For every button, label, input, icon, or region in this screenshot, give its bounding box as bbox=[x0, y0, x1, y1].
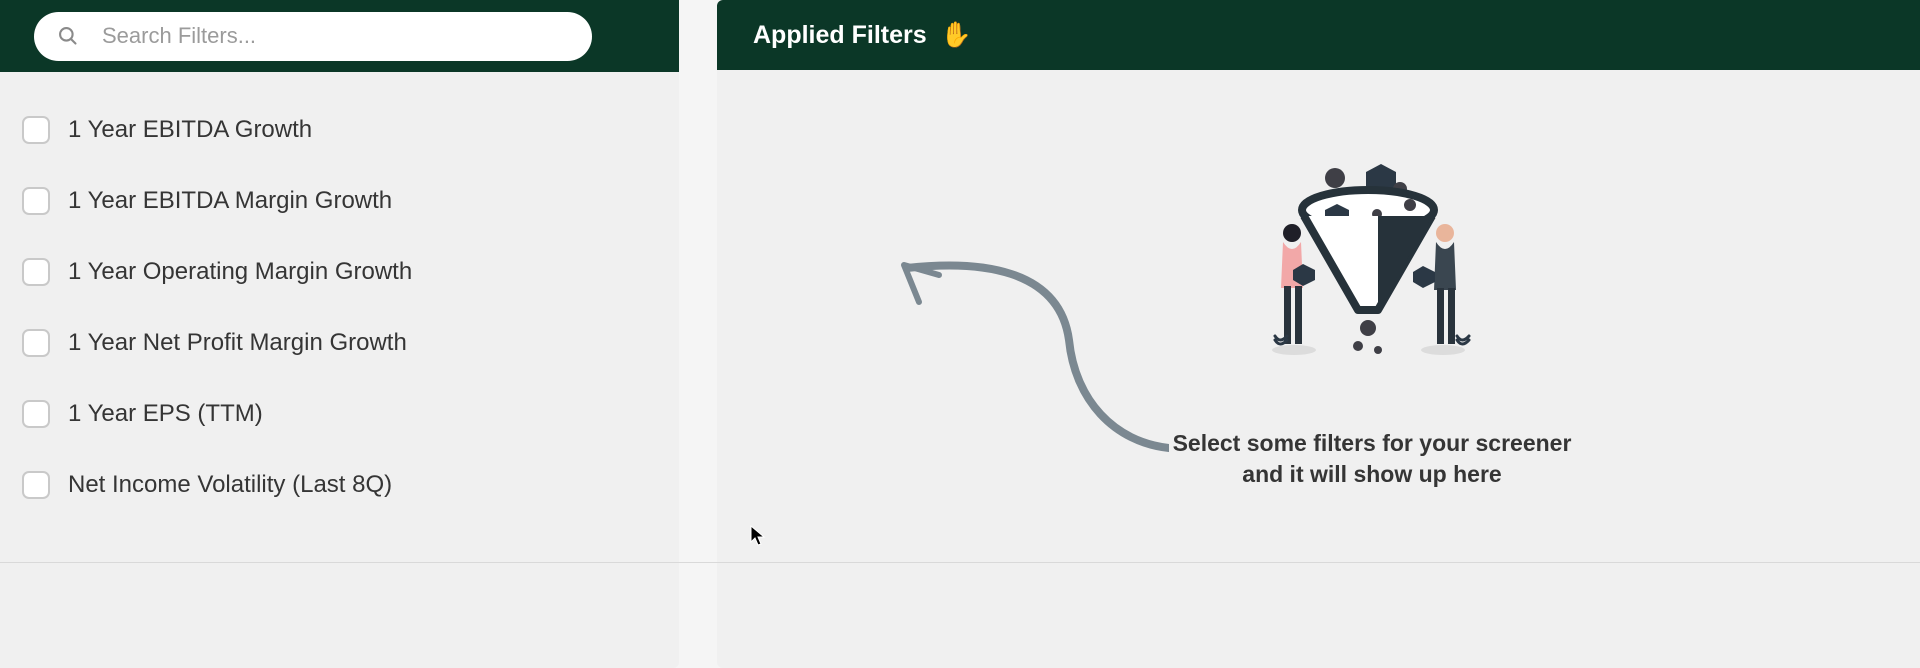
filter-label: 1 Year EPS (TTM) bbox=[68, 400, 263, 428]
empty-state-text: Select some filters for your screener an… bbox=[1172, 428, 1572, 490]
filter-label: 1 Year EBITDA Growth bbox=[68, 116, 312, 144]
search-container[interactable] bbox=[34, 12, 592, 61]
filter-list: 1 Year EBITDA Growth 1 Year EBITDA Margi… bbox=[0, 72, 679, 668]
applied-filters-panel: Applied Filters ✋ bbox=[717, 0, 1920, 668]
filter-label: 1 Year Net Profit Margin Growth bbox=[68, 329, 407, 357]
filter-label: 1 Year EBITDA Margin Growth bbox=[68, 187, 392, 215]
empty-state-line2: and it will show up here bbox=[1242, 461, 1501, 487]
arrow-illustration bbox=[889, 250, 1169, 465]
filter-panel-header bbox=[0, 0, 679, 72]
filter-checkbox[interactable] bbox=[22, 187, 50, 215]
empty-state-line1: Select some filters for your screener bbox=[1173, 430, 1572, 456]
applied-filters-body: Select some filters for your screener an… bbox=[717, 70, 1920, 668]
filter-item[interactable]: 1 Year EPS (TTM) bbox=[22, 378, 679, 449]
search-input[interactable] bbox=[102, 23, 568, 49]
filter-checkbox[interactable] bbox=[22, 471, 50, 499]
filter-panel: 1 Year EBITDA Growth 1 Year EBITDA Margi… bbox=[0, 0, 679, 668]
filter-label: 1 Year Operating Margin Growth bbox=[68, 258, 412, 286]
filter-item[interactable]: 1 Year Operating Margin Growth bbox=[22, 236, 679, 307]
search-icon bbox=[58, 26, 78, 46]
applied-filters-header: Applied Filters ✋ bbox=[717, 0, 1920, 70]
filter-item[interactable]: Net Income Volatility (Last 8Q) bbox=[22, 449, 679, 520]
hand-icon: ✋ bbox=[941, 21, 972, 50]
filter-item[interactable]: 1 Year Net Profit Margin Growth bbox=[22, 307, 679, 378]
divider bbox=[0, 562, 1920, 563]
filter-checkbox[interactable] bbox=[22, 329, 50, 357]
filter-label: Net Income Volatility (Last 8Q) bbox=[68, 471, 392, 499]
filter-checkbox[interactable] bbox=[22, 116, 50, 144]
filter-checkbox[interactable] bbox=[22, 400, 50, 428]
filter-item[interactable]: 1 Year EBITDA Growth bbox=[22, 94, 679, 165]
app-root: 1 Year EBITDA Growth 1 Year EBITDA Margi… bbox=[0, 0, 1920, 668]
funnel-illustration bbox=[1265, 160, 1471, 360]
filter-checkbox[interactable] bbox=[22, 258, 50, 286]
filter-item[interactable]: 1 Year EBITDA Margin Growth bbox=[22, 165, 679, 236]
applied-filters-title: Applied Filters bbox=[753, 21, 927, 50]
